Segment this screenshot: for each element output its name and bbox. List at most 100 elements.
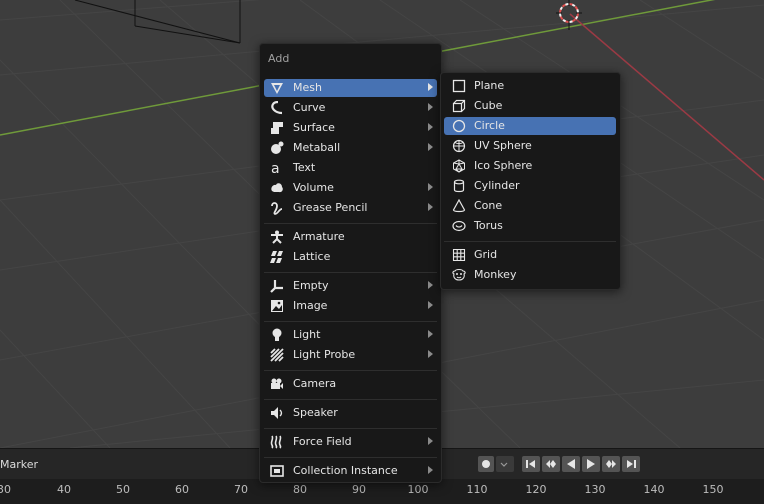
circle-icon (452, 119, 466, 133)
armature-icon (271, 230, 283, 244)
play-button[interactable] (582, 456, 600, 472)
menu-item-collection-instance[interactable]: Collection Instance (264, 462, 437, 480)
menu-item-grease-pencil[interactable]: Grease Pencil (264, 199, 437, 217)
submenu-arrow-icon (428, 103, 433, 111)
menu-item-armature[interactable]: Armature (264, 228, 437, 246)
menu-item-label: Metaball (293, 141, 341, 154)
force-field-icon (270, 435, 282, 449)
text-icon: a (271, 161, 280, 175)
menu-item-label: Light Probe (293, 348, 356, 361)
menu-item-force-field[interactable]: Force Field (264, 433, 437, 451)
svg-text:a: a (271, 161, 280, 175)
mesh-item-grid[interactable]: Grid (444, 246, 616, 264)
frame-tick: 130 (584, 483, 606, 496)
mesh-item-circle[interactable]: Circle (444, 117, 616, 135)
volume-icon (271, 183, 283, 193)
submenu-arrow-icon (428, 143, 433, 151)
mesh-item-label: Torus (474, 219, 503, 232)
auto-keying-button[interactable] (478, 456, 494, 472)
image-icon (271, 300, 283, 312)
empty-icon (270, 280, 283, 293)
mesh-item-cone[interactable]: Cone (444, 197, 616, 215)
mesh-item-label: Circle (474, 119, 505, 132)
mesh-item-label: Plane (474, 79, 505, 92)
menu-item-label: Surface (293, 121, 335, 134)
curve-icon (271, 101, 283, 115)
submenu-arrow-icon (428, 330, 433, 338)
frame-tick: 70 (234, 483, 248, 496)
frame-tick: 40 (57, 483, 71, 496)
submenu-arrow-icon (428, 301, 433, 309)
surface-icon (271, 122, 283, 134)
camera-object (74, 0, 241, 44)
menu-separator (264, 399, 437, 400)
menu-item-curve[interactable]: Curve (264, 99, 437, 117)
menu-item-label: Text (293, 161, 316, 174)
jump-to-keyframe-next-button[interactable] (602, 456, 620, 472)
mesh-item-label: Grid (474, 248, 498, 261)
menu-item-camera[interactable]: Camera (264, 375, 437, 393)
grid-icon (452, 248, 466, 262)
submenu-arrow-icon (428, 281, 433, 289)
jump-to-end-button[interactable] (622, 456, 640, 472)
menu-item-text[interactable]: a Text (264, 159, 437, 177)
grease-pencil-icon (271, 202, 283, 215)
menu-item-label: Collection Instance (293, 464, 398, 477)
menu-item-label: Mesh (293, 81, 322, 94)
speaker-icon (271, 407, 283, 419)
light-icon (272, 328, 282, 341)
menu-separator (264, 272, 437, 273)
keying-dropdown[interactable] (496, 456, 514, 472)
metaball-icon (271, 141, 284, 154)
mesh-item-cylinder[interactable]: Cylinder (444, 177, 616, 195)
menu-item-label: Lattice (293, 250, 331, 263)
mesh-item-plane[interactable]: Plane (444, 77, 616, 95)
menu-separator (444, 241, 616, 242)
mesh-item-uv-sphere[interactable]: UV Sphere (444, 137, 616, 155)
menu-separator (264, 321, 437, 322)
menu-item-light[interactable]: Light (264, 326, 437, 344)
frame-tick: 110 (466, 483, 488, 496)
frame-tick: 140 (643, 483, 665, 496)
mesh-item-cube[interactable]: Cube (444, 97, 616, 115)
mesh-item-monkey[interactable]: Monkey (444, 266, 616, 284)
frame-tick: 60 (175, 483, 189, 496)
menu-item-label: Speaker (293, 406, 338, 419)
cylinder-icon (453, 179, 465, 193)
submenu-arrow-icon (428, 203, 433, 211)
menu-item-label: Empty (293, 279, 329, 292)
menu-separator (264, 457, 437, 458)
menu-item-label: Force Field (293, 435, 352, 448)
marker-menu[interactable]: Marker (0, 458, 38, 471)
menu-item-surface[interactable]: Surface (264, 119, 437, 137)
jump-to-start-button[interactable] (522, 456, 540, 472)
plane-icon (452, 79, 466, 93)
menu-title: Add (268, 52, 290, 65)
menu-separator (264, 223, 437, 224)
menu-item-label: Curve (293, 101, 326, 114)
mesh-item-torus[interactable]: Torus (444, 217, 616, 235)
menu-item-label: Grease Pencil (293, 201, 368, 214)
menu-item-lattice[interactable]: Lattice (264, 248, 437, 266)
cone-icon (452, 199, 466, 213)
jump-to-keyframe-prev-button[interactable] (542, 456, 560, 472)
mesh-item-label: UV Sphere (474, 139, 532, 152)
add-menu: Add Mesh Curve Surface Metaball a Text V… (259, 43, 442, 483)
menu-item-speaker[interactable]: Speaker (264, 404, 437, 422)
menu-item-image[interactable]: Image (264, 297, 437, 315)
frame-tick: 100 (407, 483, 429, 496)
menu-item-label: Armature (293, 230, 345, 243)
menu-item-label: Light (293, 328, 321, 341)
menu-item-volume[interactable]: Volume (264, 179, 437, 197)
menu-item-metaball[interactable]: Metaball (264, 139, 437, 157)
submenu-arrow-icon (428, 123, 433, 131)
menu-item-mesh[interactable]: Mesh (264, 79, 437, 97)
mesh-item-ico-sphere[interactable]: Ico Sphere (444, 157, 616, 175)
menu-item-light-probe[interactable]: Light Probe (264, 346, 437, 364)
frame-tick: 50 (116, 483, 130, 496)
ico-sphere-icon (453, 159, 465, 173)
play-reverse-button[interactable] (562, 456, 580, 472)
monkey-icon (452, 268, 466, 281)
frame-tick: 30 (0, 483, 11, 496)
menu-item-empty[interactable]: Empty (264, 277, 437, 295)
